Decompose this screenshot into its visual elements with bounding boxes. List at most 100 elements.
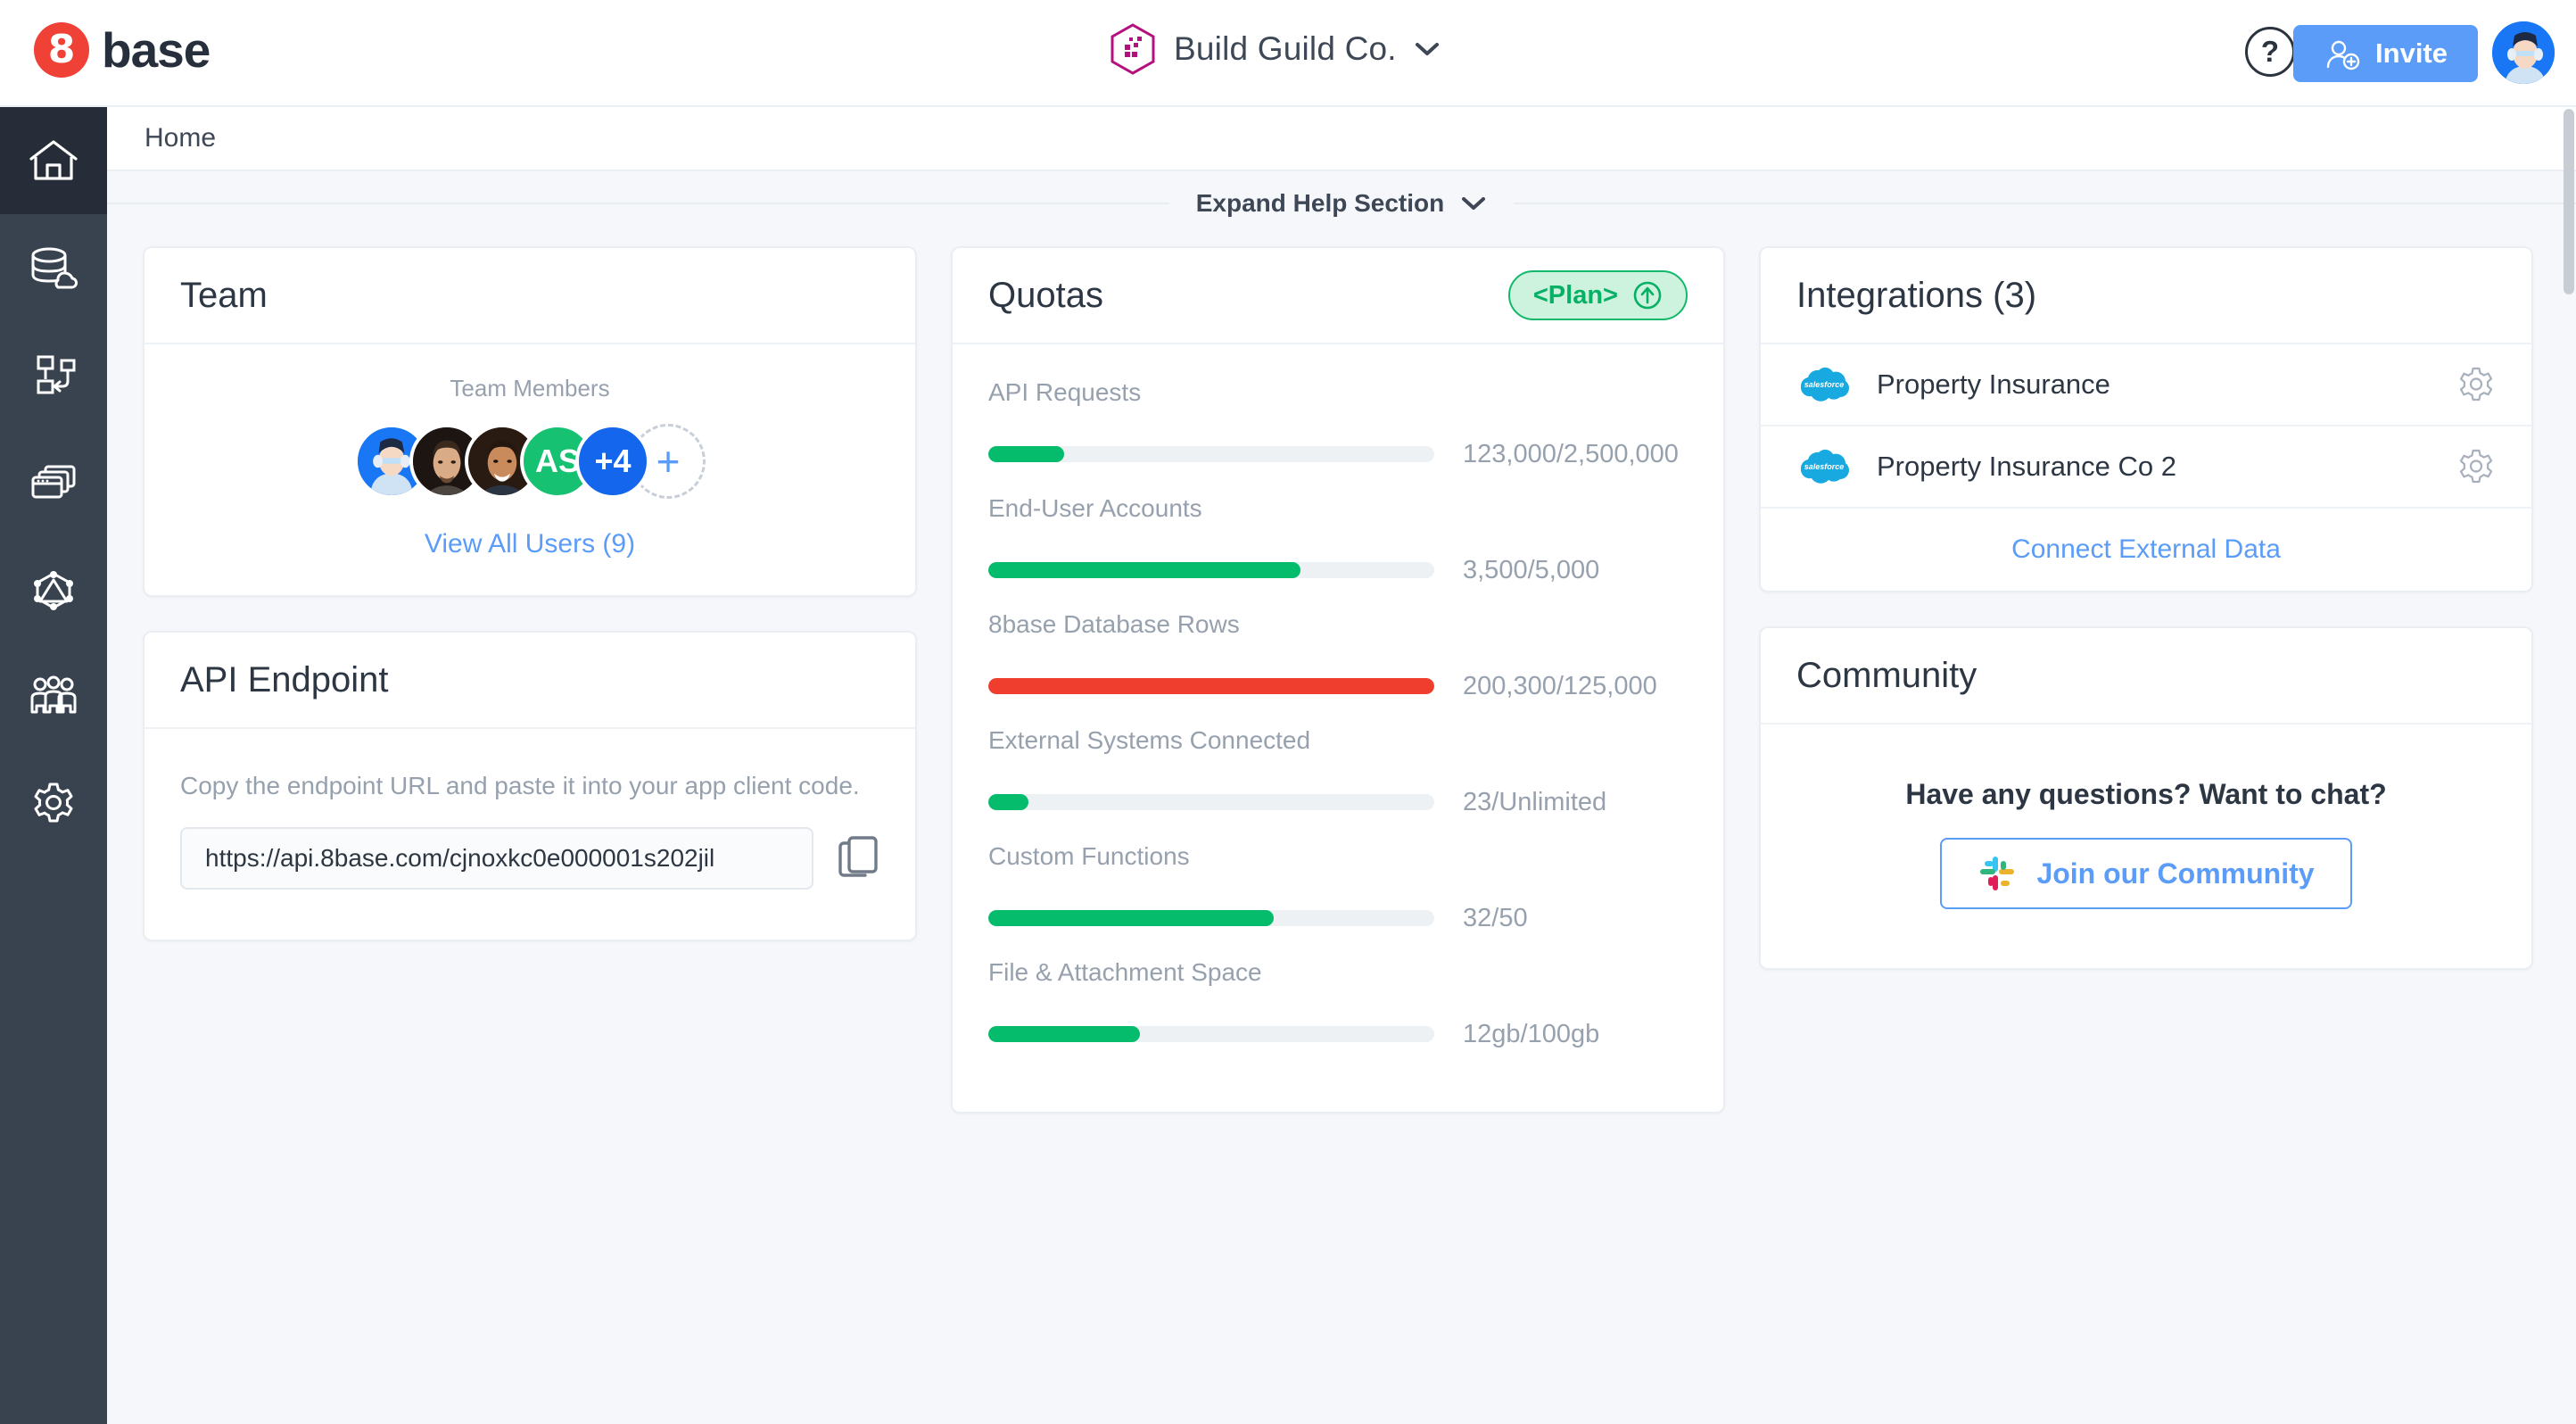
integrations-card-header: Integrations (3)	[1761, 248, 2531, 344]
team-card-header: Team	[144, 248, 915, 344]
quota-progress-track	[988, 562, 1434, 578]
gear-icon	[28, 780, 79, 826]
plan-badge-label: <Plan>	[1533, 281, 1618, 310]
chevron-down-icon	[1460, 195, 1487, 211]
community-card-header: Community	[1761, 628, 2531, 724]
quota-progress-track	[988, 1026, 1434, 1042]
quotas-list: API Requests 123,000/2,500,000 End-User …	[953, 344, 1723, 1112]
scrollbar-thumb[interactable]	[2564, 109, 2574, 294]
user-avatar[interactable]	[2490, 20, 2556, 86]
org-switcher[interactable]: Build Guild Co.	[1110, 23, 1440, 75]
api-endpoint-input[interactable]	[180, 827, 813, 890]
quota-label: API Requests	[988, 378, 1688, 407]
plan-badge[interactable]: <Plan>	[1508, 270, 1688, 320]
expand-help-section[interactable]: Expand Help Section	[107, 171, 2576, 236]
integration-row[interactable]: salesforce Property Insurance Co 2	[1761, 426, 2531, 509]
api-endpoint-card-header: API Endpoint	[144, 633, 915, 729]
cards-stack-icon	[28, 459, 79, 505]
sidebar	[0, 107, 107, 1424]
quota-row: 200,300/125,000	[988, 653, 1688, 719]
quotas-card-title: Quotas	[988, 276, 1103, 316]
quota-label: 8base Database Rows	[988, 610, 1688, 639]
sidebar-item-data[interactable]	[0, 214, 107, 321]
quota-row: 23/Unlimited	[988, 769, 1688, 835]
svg-text:salesforce: salesforce	[1804, 462, 1845, 471]
integrations-card-title: Integrations (3)	[1796, 276, 2036, 316]
quota-value: 23/Unlimited	[1463, 788, 1606, 817]
sidebar-item-logic[interactable]	[0, 321, 107, 428]
join-community-button[interactable]: Join our Community	[1940, 838, 2351, 909]
expand-help-label-group[interactable]: Expand Help Section	[1169, 189, 1515, 218]
quota-value: 200,300/125,000	[1463, 672, 1657, 701]
community-card-body: Have any questions? Want to chat?	[1761, 724, 2531, 968]
quota-progress-fill	[988, 562, 1300, 578]
column-middle: Quotas <Plan> API Requests	[951, 246, 1725, 1114]
help-button[interactable]: ?	[2245, 27, 2295, 77]
quota-value: 12gb/100gb	[1463, 1020, 1599, 1049]
sidebar-item-apps[interactable]	[0, 428, 107, 535]
integration-row[interactable]: salesforce Property Insurance	[1761, 344, 2531, 426]
quotas-card-header: Quotas <Plan>	[953, 248, 1723, 344]
copy-icon[interactable]	[837, 834, 879, 882]
main-content: Home Expand Help Section Team Team Membe…	[107, 107, 2576, 1424]
users-group-icon	[28, 673, 79, 719]
sidebar-item-team[interactable]	[0, 642, 107, 749]
salesforce-icon: salesforce	[1796, 365, 1852, 404]
api-endpoint-card-body: Copy the endpoint URL and paste it into …	[144, 729, 915, 940]
breadcrumb-home[interactable]: Home	[144, 123, 216, 153]
quota-label: File & Attachment Space	[988, 958, 1688, 987]
sidebar-item-api-explorer[interactable]	[0, 535, 107, 642]
avatar-stack: AS +4 +	[144, 424, 915, 499]
integration-name: Property Insurance Co 2	[1877, 451, 2432, 483]
invite-button[interactable]: Invite	[2293, 25, 2478, 82]
sidebar-item-home[interactable]	[0, 107, 107, 214]
community-card: Community Have any questions? Want to ch…	[1759, 626, 2533, 970]
page-scrollbar[interactable]	[2562, 109, 2576, 1424]
workflow-icon	[28, 352, 79, 398]
connect-external-data-link[interactable]: Connect External Data	[1761, 509, 2531, 591]
integration-name: Property Insurance	[1877, 368, 2432, 401]
quota-item: API Requests 123,000/2,500,000	[988, 378, 1688, 487]
gear-icon[interactable]	[2456, 365, 2496, 404]
divider-left	[107, 203, 1169, 204]
graphql-icon	[28, 566, 79, 612]
quota-progress-fill	[988, 794, 1028, 810]
quota-row: 12gb/100gb	[988, 1001, 1688, 1067]
breadcrumb-bar: Home	[107, 107, 2576, 171]
quota-item: End-User Accounts 3,500/5,000	[988, 494, 1688, 603]
api-endpoint-card: API Endpoint Copy the endpoint URL and p…	[143, 631, 917, 941]
quota-progress-track	[988, 794, 1434, 810]
column-right: Integrations (3) salesforce Property Ins…	[1759, 246, 2533, 1114]
column-left: Team Team Members	[143, 246, 917, 1114]
app-logo[interactable]: 8 base	[34, 21, 210, 79]
view-all-users-link[interactable]: View All Users (9)	[144, 529, 915, 559]
expand-help-label: Expand Help Section	[1196, 189, 1445, 218]
quota-progress-fill	[988, 1026, 1140, 1042]
gear-icon[interactable]	[2456, 447, 2496, 486]
team-card: Team Team Members	[143, 246, 917, 597]
team-card-body: Team Members	[144, 344, 915, 595]
api-endpoint-card-title: API Endpoint	[180, 660, 389, 700]
avatar-initials-label: AS	[535, 443, 580, 480]
sidebar-item-settings[interactable]	[0, 749, 107, 857]
quotas-card: Quotas <Plan> API Requests	[951, 246, 1725, 1114]
upgrade-arrow-icon	[1632, 280, 1663, 310]
avatar-overflow[interactable]: +4	[575, 424, 650, 499]
team-members-label: Team Members	[144, 375, 915, 402]
quota-value: 32/50	[1463, 904, 1528, 933]
top-bar: 8 base Build Guild Co. ? Invite	[0, 0, 2576, 107]
home-icon	[28, 137, 79, 184]
invite-label: Invite	[2375, 37, 2448, 70]
svg-text:salesforce: salesforce	[1804, 380, 1845, 389]
quota-value: 3,500/5,000	[1463, 556, 1599, 585]
logo-wordmark: base	[102, 21, 210, 79]
quota-progress-track	[988, 678, 1434, 694]
quota-item: File & Attachment Space 12gb/100gb	[988, 958, 1688, 1067]
integrations-card: Integrations (3) salesforce Property Ins…	[1759, 246, 2533, 592]
database-cloud-icon	[28, 244, 79, 291]
quota-label: Custom Functions	[988, 842, 1688, 871]
divider-right	[1514, 203, 2576, 204]
api-endpoint-description: Copy the endpoint URL and paste it into …	[180, 772, 879, 800]
community-question: Have any questions? Want to chat?	[1796, 778, 2496, 811]
quota-label: External Systems Connected	[988, 726, 1688, 755]
